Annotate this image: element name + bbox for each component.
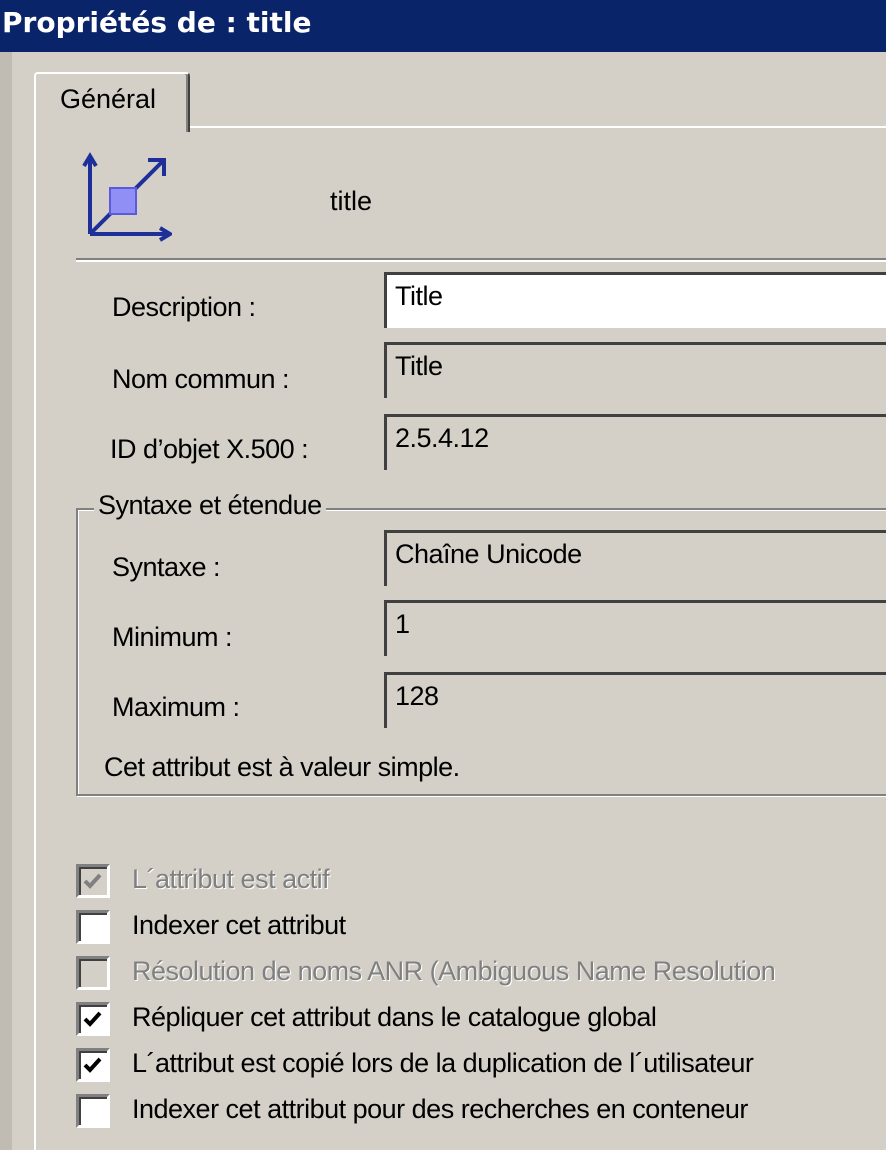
checkmark-icon xyxy=(83,1057,102,1073)
checkmark-icon xyxy=(83,873,102,889)
object-id-label: ID d’objet X.500 : xyxy=(110,434,309,464)
tab-general-label: Général xyxy=(60,84,157,114)
option-label: Indexer cet attribut pour des recherches… xyxy=(132,1094,748,1124)
syntax-group-legend: Syntaxe et étendue xyxy=(94,490,326,521)
separator-highlight xyxy=(76,260,886,262)
option-label: Indexer cet attribut xyxy=(132,910,346,940)
attribute-name: title xyxy=(330,186,373,216)
checkbox[interactable] xyxy=(76,956,110,990)
syntax-field[interactable]: Chaîne Unicode xyxy=(384,530,886,586)
description-field[interactable]: Title xyxy=(384,272,886,328)
checkbox[interactable] xyxy=(76,1094,110,1128)
checkmark-icon xyxy=(83,1011,102,1027)
object-id-field[interactable]: 2.5.4.12 xyxy=(384,414,886,470)
single-value-note: Cet attribut est à valeur simple. xyxy=(104,752,460,782)
minimum-label: Minimum : xyxy=(112,622,233,652)
checkbox[interactable] xyxy=(76,910,110,944)
checkbox[interactable] xyxy=(76,864,110,898)
syntax-label: Syntaxe : xyxy=(112,552,221,582)
window-title: Propriétés de : title xyxy=(2,6,312,39)
minimum-field[interactable]: 1 xyxy=(384,600,886,656)
option-label: L´attribut est copié lors de la duplicat… xyxy=(132,1048,754,1078)
option-label: L´attribut est actif xyxy=(132,864,330,894)
checkbox[interactable] xyxy=(76,1002,110,1036)
common-name-field[interactable]: Title xyxy=(384,342,886,398)
option-label: Répliquer cet attribut dans le catalogue… xyxy=(132,1002,657,1032)
title-bar[interactable]: Propriétés de : title xyxy=(0,0,886,52)
maximum-field[interactable]: 128 xyxy=(384,672,886,728)
tab-strip-border xyxy=(188,126,886,128)
common-name-label: Nom commun : xyxy=(112,364,290,394)
option-label: Résolution de noms ANR (Ambiguous Name R… xyxy=(132,956,776,986)
maximum-label: Maximum : xyxy=(112,692,240,722)
description-label: Description : xyxy=(112,292,256,322)
window-border xyxy=(0,52,12,1150)
attribute-icon xyxy=(82,152,172,242)
checkbox[interactable] xyxy=(76,1048,110,1082)
